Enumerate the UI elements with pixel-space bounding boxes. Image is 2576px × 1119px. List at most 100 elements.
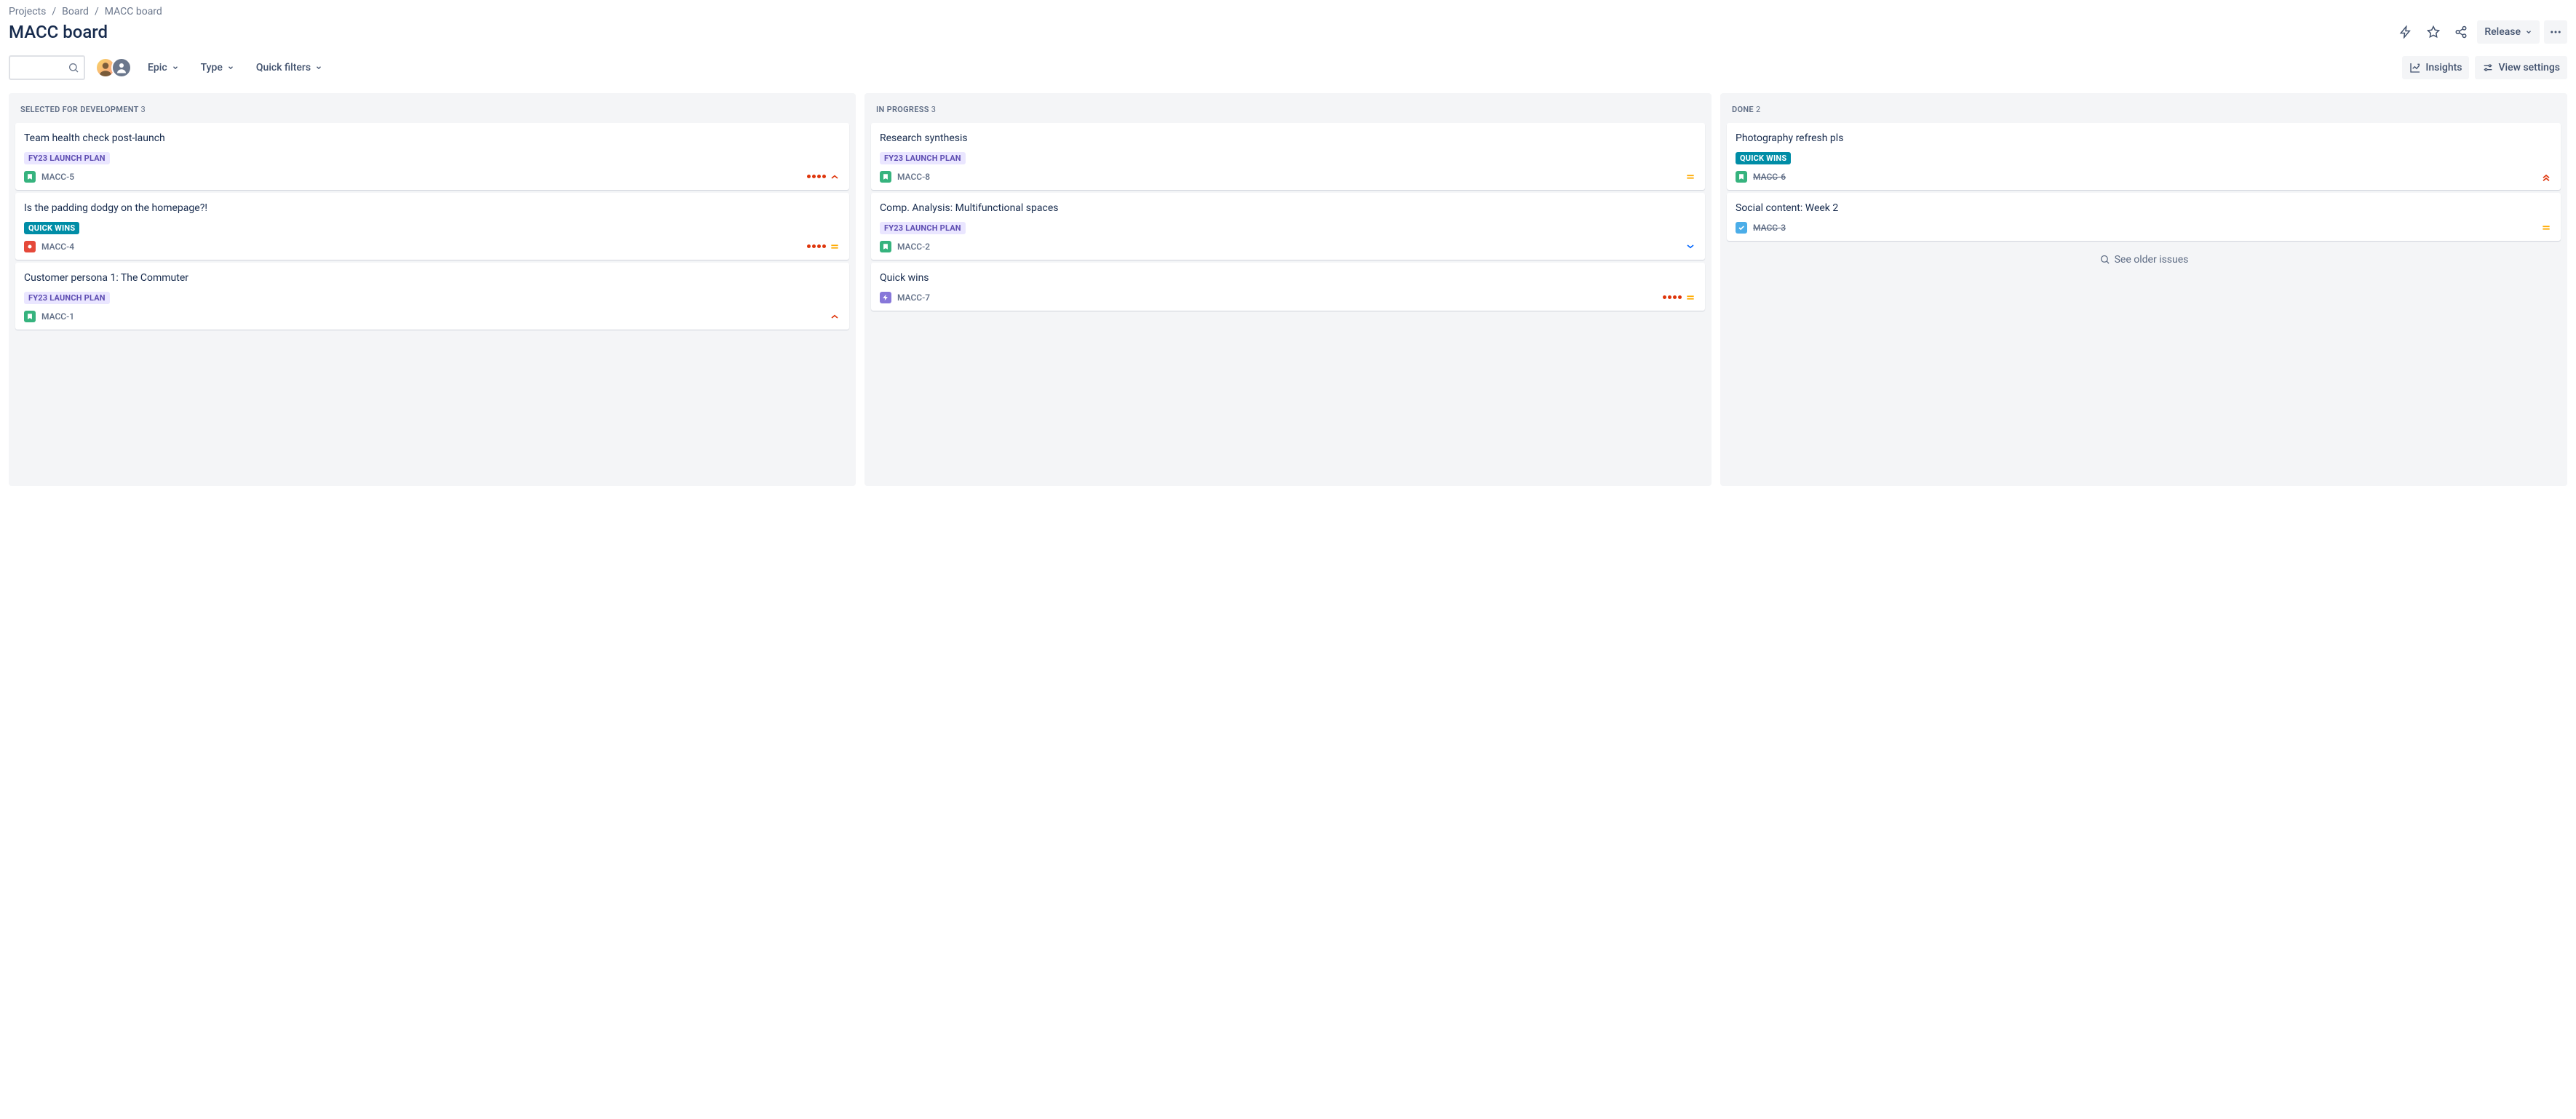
insights-label: Insights [2425,62,2462,73]
share-icon [2454,25,2468,39]
issue-type-bug-icon [24,241,36,252]
issue-key: MACC-3 [1753,223,1786,233]
priority-medium-icon [829,241,840,252]
person-icon [115,61,128,74]
issue-type-story-icon [880,241,891,252]
issue-type-task-icon [1736,222,1747,234]
more-icon [2549,25,2562,39]
card-footer-right [2540,222,2552,234]
issue-key: MACC-6 [1753,172,1786,182]
toolbar: Epic Type Quick filters Insights View se… [9,55,2567,80]
card-title: Photography refresh pls [1736,132,2552,146]
chevron-down-icon [2525,28,2532,36]
card-tag: QUICK WINS [1736,152,1791,164]
header-actions: Release [2394,20,2567,44]
board-column: DONE 2 Photography refresh pls QUICK WINS M… [1720,93,2567,486]
chart-icon [2409,62,2421,73]
issue-type-story-icon [24,171,36,183]
priority-dots [807,175,826,178]
priority-high-icon [829,171,840,183]
card-footer-left: MACC-5 [24,171,74,183]
card-footer-left: MACC-7 [880,292,930,303]
card-footer: MACC-6 [1736,171,2552,183]
issue-type-story-icon [880,171,891,183]
issue-card[interactable]: Is the padding dodgy on the homepage?!QU… [15,193,849,260]
avatar-group[interactable] [95,57,132,78]
sliders-icon [2482,62,2494,73]
issue-key: MACC-1 [41,311,74,322]
column-count: 3 [931,105,936,114]
issue-card[interactable]: Research synthesis FY23 LAUNCH PLAN MACC-8 [871,123,1705,190]
breadcrumb-sep: / [95,6,99,17]
column-header: DONE 2 [1725,100,2563,123]
avatar-unassigned[interactable] [111,57,132,78]
quick-filters-label: Quick filters [256,62,311,73]
issue-card[interactable]: Comp. Analysis: Multifunctional spacesFY… [871,193,1705,260]
issue-card[interactable]: Photography refresh pls QUICK WINS MACC-6 [1727,123,2561,190]
card-footer-right [829,311,840,322]
issue-key: MACC-8 [897,172,930,182]
issue-card[interactable]: Social content: Week 2 MACC-3 [1727,193,2561,241]
column-header: IN PROGRESS 3 [869,100,1707,123]
card-footer: MACC-2 [880,241,1696,252]
view-settings-button[interactable]: View settings [2475,56,2567,79]
header: MACC board Release [9,20,2567,44]
board-column: SELECTED FOR DEVELOPMENT 3Team health ch… [9,93,856,486]
card-footer-right [1685,241,1696,252]
toolbar-left: Epic Type Quick filters [9,55,328,80]
card-title: Quick wins [880,271,1696,285]
card-tag: FY23 LAUNCH PLAN [880,222,966,234]
quick-filters[interactable]: Quick filters [250,57,328,78]
search-icon [2099,254,2110,265]
issue-card[interactable]: Quick wins MACC-7 [871,263,1705,311]
board: SELECTED FOR DEVELOPMENT 3 Team health ch… [9,93,2567,486]
card-footer-left: MACC-1 [24,311,74,322]
search-box[interactable] [9,55,85,80]
issue-type-story-icon [24,311,36,322]
automation-button[interactable] [2394,20,2417,44]
column-cards: Research synthesis FY23 LAUNCH PLAN MACC-8… [869,123,1707,311]
breadcrumb-sep: / [52,6,56,17]
breadcrumb-macc[interactable]: MACC board [105,6,162,17]
card-footer: MACC-3 [1736,222,2552,234]
column-cards: Photography refresh pls QUICK WINS MACC-6 S… [1725,123,2563,241]
card-footer-right [807,171,840,183]
board-column: IN PROGRESS 3 Research synthesis FY23 LAUN… [864,93,1712,486]
breadcrumb-projects[interactable]: Projects [9,6,46,17]
epic-filter-label: Epic [148,62,167,73]
issue-key: MACC-7 [897,292,930,303]
column-name: SELECTED FOR DEVELOPMENT [20,105,138,114]
breadcrumb: Projects / Board / MACC board [9,6,2567,17]
priority-low-icon [1685,241,1696,252]
card-title: Is the padding dodgy on the homepage?! [24,202,840,215]
issue-card[interactable]: Team health check post-launch FY23 LAUNCH… [15,123,849,190]
epic-filter[interactable]: Epic [142,57,185,78]
issue-card[interactable]: Customer persona 1: The CommuterFY23 LAU… [15,263,849,330]
card-title: Team health check post-launch [24,132,840,146]
card-footer-left: MACC-3 [1736,222,1786,234]
breadcrumb-board[interactable]: Board [62,6,89,17]
priority-medium-icon [1685,292,1696,303]
view-settings-label: View settings [2498,62,2560,73]
card-footer-right [1685,171,1696,183]
priority-medium-icon [1685,171,1696,183]
release-label: Release [2484,26,2521,38]
type-filter[interactable]: Type [195,57,240,78]
insights-button[interactable]: Insights [2402,56,2469,79]
release-button[interactable]: Release [2477,20,2540,44]
chevron-down-icon [227,64,234,71]
card-title: Social content: Week 2 [1736,202,2552,215]
priority-dots [1663,295,1682,299]
star-button[interactable] [2422,20,2445,44]
card-tag: FY23 LAUNCH PLAN [24,152,110,164]
see-older-issues[interactable]: See older issues [1725,241,2563,279]
card-title: Customer persona 1: The Commuter [24,271,840,285]
card-title: Research synthesis [880,132,1696,146]
card-tag: FY23 LAUNCH PLAN [880,152,966,164]
priority-high-icon [829,311,840,322]
issue-key: MACC-2 [897,242,930,252]
search-input[interactable] [16,62,63,73]
card-footer-left: MACC-8 [880,171,930,183]
share-button[interactable] [2449,20,2473,44]
more-button[interactable] [2544,20,2567,44]
